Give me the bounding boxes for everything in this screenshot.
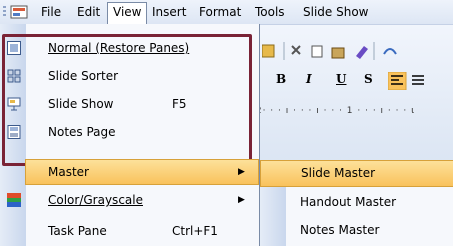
ruler-ticks: ·2· · · ı · · · ı · · · 1 · · · ı · · · … — [252, 106, 416, 116]
bold-button[interactable]: B — [276, 72, 286, 86]
menu-view[interactable]: View — [107, 2, 148, 25]
submenu-item-label: Handout Master — [300, 195, 397, 209]
submenu-item-handout-master[interactable]: Handout Master — [260, 190, 453, 215]
menu-insert[interactable]: Insert — [147, 3, 191, 21]
formatting-toolbar: B I U S — [252, 68, 453, 96]
menu-edit[interactable]: Edit — [72, 3, 105, 21]
menu-slide-show[interactable]: Slide Show — [298, 3, 373, 21]
menu-format[interactable]: Format — [194, 3, 246, 21]
submenu-item-slide-master[interactable]: Slide Master — [260, 160, 453, 187]
submenu-item-notes-master[interactable]: Notes Master — [260, 218, 453, 243]
shadow-button[interactable]: S — [364, 72, 373, 86]
menu-item-label: Color/Grayscale — [48, 193, 143, 207]
submenu-arrow-icon: ▶ — [238, 167, 245, 177]
app-icon[interactable] — [10, 4, 30, 20]
color-grayscale-icon — [7, 193, 21, 207]
submenu-item-label: Notes Master — [300, 223, 380, 237]
menu-item-task-pane[interactable]: Task Pane Ctrl+F1 — [0, 219, 259, 243]
submenu-arrow-icon: ▶ — [238, 195, 245, 205]
highlight-annotation — [2, 34, 252, 166]
italic-button[interactable]: I — [306, 72, 312, 86]
menu-item-master[interactable]: Master ▶ — [25, 159, 259, 185]
menu-item-label: Task Pane — [48, 224, 107, 238]
submenu-item-label: Slide Master — [301, 166, 376, 180]
view-menu-dropdown: Normal (Restore Panes) Slide Sorter Slid… — [0, 24, 260, 246]
menu-item-label: Master — [48, 165, 89, 179]
menu-tools[interactable]: Tools — [250, 3, 290, 21]
master-submenu: Slide Master Handout Master Notes Master — [259, 160, 453, 246]
shortcut-label: Ctrl+F1 — [172, 224, 218, 238]
menu-bar: File Edit View Insert Format Tools Slide… — [0, 0, 453, 25]
menu-item-color-grayscale[interactable]: Color/Grayscale ▶ — [0, 188, 259, 212]
toolbar-grip[interactable] — [3, 6, 6, 18]
standard-toolbar-icons[interactable] — [262, 42, 452, 60]
underline-button[interactable]: U — [336, 72, 346, 86]
standard-toolbar — [252, 38, 453, 64]
align-buttons[interactable] — [388, 72, 452, 90]
menu-file[interactable]: File — [36, 3, 66, 21]
ruler: ·2· · · ı · · · ı · · · 1 · · · ı · · · … — [252, 100, 453, 124]
